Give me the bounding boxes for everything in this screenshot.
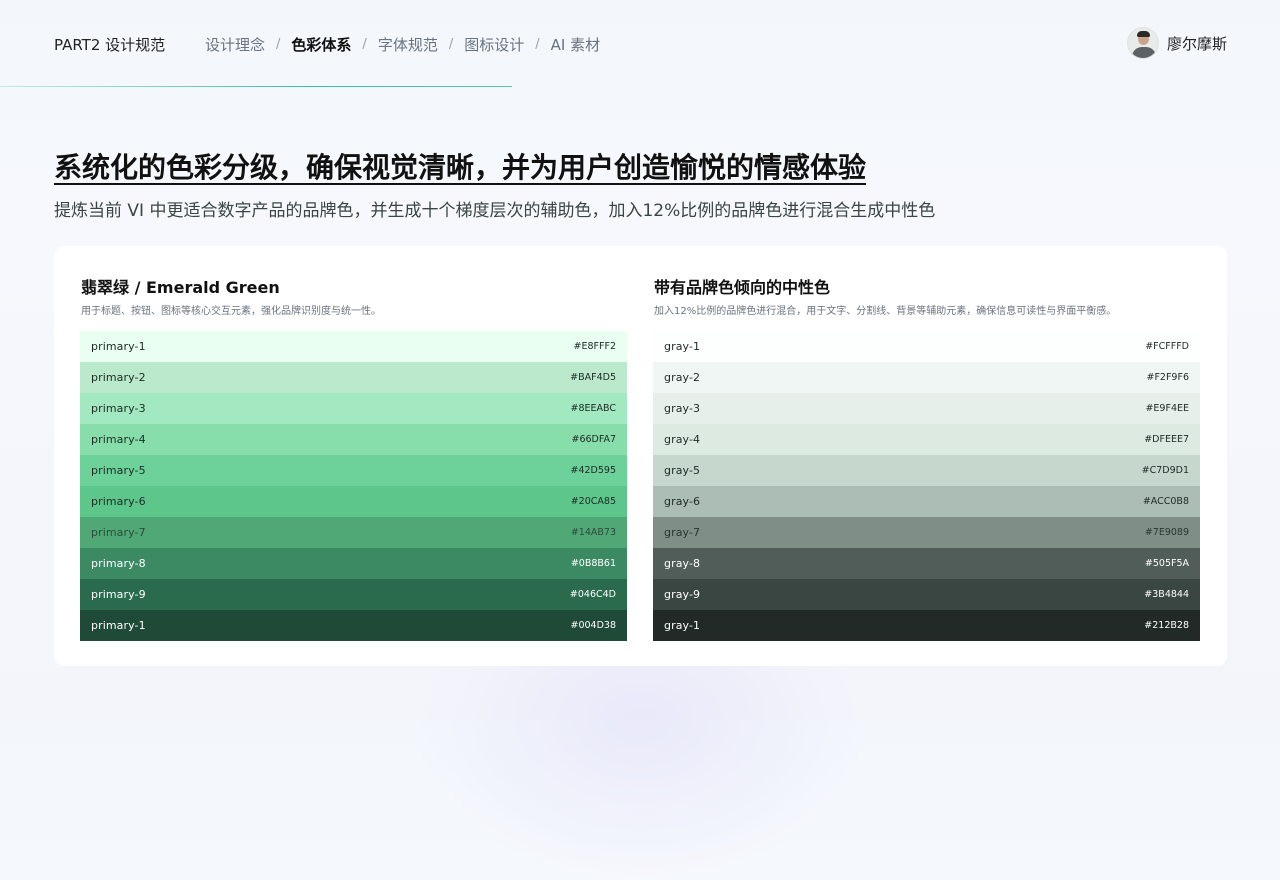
primary-swatch-row[interactable]: primary-8 #0B8B61 [80,548,627,579]
user-name: 廖尔摩斯 [1166,34,1227,53]
gray-swatch-row[interactable]: gray-1 #FCFFFD [653,331,1200,362]
primary-swatch-list: primary-1 #E8FFF2 primary-2 #BAF4D5 primary-… [80,331,627,641]
swatch-name: gray-1 [664,619,701,632]
swatch-name: gray-8 [664,557,701,570]
swatch-name: gray-4 [664,433,701,446]
gray-swatch-list: gray-1 #FCFFFD gray-2 #F2F9F6 gray-3 #E9F4EE g… [653,331,1200,641]
primary-swatch-row[interactable]: primary-1 #004D38 [80,610,627,641]
swatch-name: gray-3 [664,402,701,415]
primary-swatch-row[interactable]: primary-7 #14AB73 [80,517,627,548]
swatch-hex: #046C4D [569,589,616,600]
swatch-hex: #BAF4D5 [570,372,616,383]
page-subtitle: 提炼当前 VI 中更适合数字产品的品牌色，并生成十个梯度层次的辅助色，加入12%… [54,201,936,221]
swatch-name: gray-9 [664,588,701,601]
nav-item-color-system[interactable]: 色彩体系 [291,34,351,55]
swatch-hex: #8EEABC [570,403,617,414]
swatch-hex: #F2F9F6 [1146,372,1190,383]
gray-swatch-row[interactable]: gray-9 #3B4844 [653,579,1200,610]
primary-swatch-row[interactable]: primary-1 #E8FFF2 [80,331,627,362]
primary-swatch-row[interactable]: primary-6 #20CA85 [80,486,627,517]
gray-swatch-row[interactable]: gray-8 #505F5A [653,548,1200,579]
swatch-name: primary-1 [91,619,146,632]
primary-swatch-row[interactable]: primary-5 #42D595 [80,455,627,486]
swatch-name: gray-7 [664,526,701,539]
header-divider [0,86,512,87]
swatch-hex: #14AB73 [570,527,616,538]
nav-item-icon-design[interactable]: 图标设计 [464,34,524,55]
palette-card: 翡翠绿 / Emerald Green 用于标题、按钮、图标等核心交互元素，强化… [54,246,1227,666]
swatch-hex: #3B4844 [1144,589,1189,600]
swatch-hex: #212B28 [1144,620,1189,631]
gray-swatch-row[interactable]: gray-2 #F2F9F6 [653,362,1200,393]
swatch-name: gray-2 [664,371,701,384]
gray-swatch-row[interactable]: gray-7 #7E9089 [653,517,1200,548]
primary-swatch-row[interactable]: primary-4 #66DFA7 [80,424,627,455]
swatch-name: primary-7 [91,526,146,539]
swatch-name: primary-4 [91,433,146,446]
swatch-name: primary-3 [91,402,146,415]
primary-swatch-row[interactable]: primary-2 #BAF4D5 [80,362,627,393]
nav-separator: / [448,37,454,52]
nav-separator: / [276,37,281,52]
swatch-hex: #7E9089 [1144,527,1189,538]
primary-palette-title: 翡翠绿 / Emerald Green [81,278,280,297]
swatch-hex: #004D38 [570,620,617,631]
swatch-name: primary-2 [91,371,146,384]
swatch-hex: #ACC0B8 [1142,496,1189,507]
swatch-name: gray-5 [664,464,701,477]
gray-swatch-row[interactable]: gray-4 #DFEEE7 [653,424,1200,455]
user-profile[interactable]: 廖尔摩斯 [1126,27,1227,59]
swatch-name: gray-6 [664,495,701,508]
swatch-hex: #66DFA7 [571,434,617,445]
swatch-hex: #20CA85 [570,496,616,507]
primary-palette-description: 用于标题、按钮、图标等核心交互元素，强化品牌识别度与统一性。 [81,306,381,317]
primary-swatch-row[interactable]: primary-3 #8EEABC [80,393,627,424]
page-title: 系统化的色彩分级，确保视觉清晰，并为用户创造愉悦的情感体验 [54,151,867,184]
swatch-hex: #E8FFF2 [573,341,616,352]
nav-separator: / [362,37,367,52]
swatch-name: primary-8 [91,557,146,570]
swatch-name: primary-9 [91,588,146,601]
swatch-hex: #0B8B61 [570,558,616,569]
swatch-name: gray-1 [664,340,701,353]
gray-swatch-row[interactable]: gray-1 #212B28 [653,610,1200,641]
swatch-hex: #C7D9D1 [1141,465,1189,476]
swatch-name: primary-1 [91,340,146,353]
page-header: PART2 设计规范 设计理念 / 色彩体系 / 字体规范 / 图标设计 / A… [0,0,1280,88]
section-label: PART2 设计规范 [54,36,166,54]
gray-swatch-row[interactable]: gray-5 #C7D9D1 [653,455,1200,486]
swatch-hex: #DFEEE7 [1144,434,1189,445]
avatar [1126,27,1159,59]
swatch-hex: #E9F4EE [1145,403,1189,414]
primary-swatch-row[interactable]: primary-9 #046C4D [80,579,627,610]
nav-item-ai-assets[interactable]: AI 素材 [551,34,600,55]
gray-palette-title: 带有品牌色倾向的中性色 [654,278,831,297]
swatch-name: primary-5 [91,464,146,477]
swatch-hex: #42D595 [570,465,617,476]
gray-palette-description: 加入12%比例的品牌色进行混合，用于文字、分割线、背景等辅助元素，确保信息可读性… [654,306,1117,317]
gray-swatch-row[interactable]: gray-6 #ACC0B8 [653,486,1200,517]
nav-separator: / [535,37,540,52]
nav-item-design-philosophy[interactable]: 设计理念 [205,34,265,55]
nav-item-typography[interactable]: 字体规范 [378,34,438,55]
swatch-hex: #FCFFFD [1145,341,1189,352]
swatch-hex: #505F5A [1144,558,1189,569]
gray-swatch-row[interactable]: gray-3 #E9F4EE [653,393,1200,424]
swatch-name: primary-6 [91,495,146,508]
section-nav: 设计理念 / 色彩体系 / 字体规范 / 图标设计 / AI 素材 [205,34,600,55]
